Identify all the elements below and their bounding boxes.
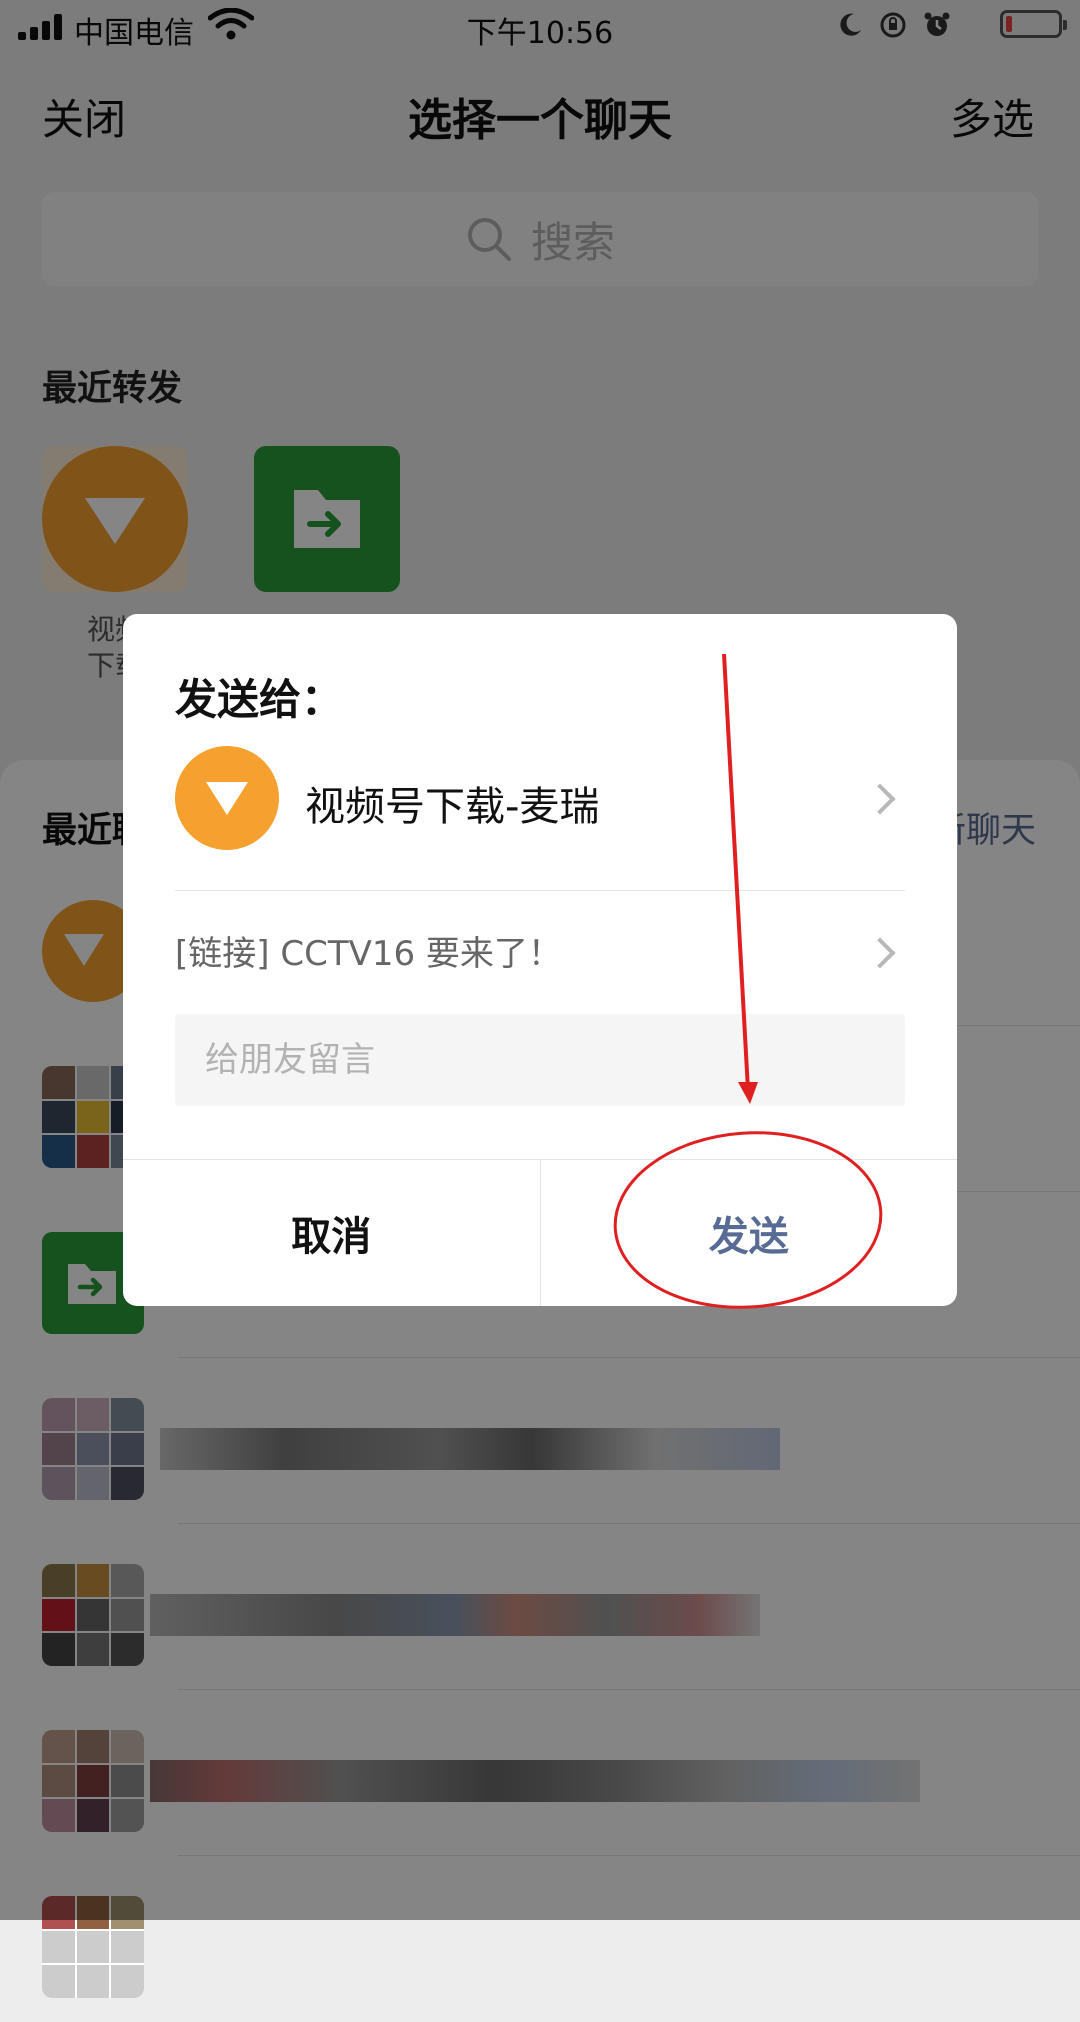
cancel-button[interactable]: 取消 [123, 1160, 540, 1306]
message-preview[interactable]: [链接] CCTV16 要来了！ [175, 926, 562, 975]
send-button[interactable]: 发送 [539, 1160, 958, 1306]
dialog-title: 发送给： [175, 675, 344, 724]
send-confirm-dialog: 发送给： 视频号下载-麦瑞 [链接] CCTV16 要来了！ 取消 发送 [123, 614, 957, 1306]
dialog-actions: 取消 发送 [123, 1159, 957, 1306]
chevron-right-icon [864, 937, 896, 969]
recipient-row[interactable]: 视频号下载-麦瑞 [175, 746, 905, 850]
comment-input[interactable] [175, 1014, 905, 1106]
divider [175, 890, 905, 891]
video-download-icon [175, 746, 279, 850]
chevron-right-icon [864, 783, 896, 815]
chat-picker-screen: 中国电信 下午10:56 关闭 选择一个聊天 多选 搜索 最近转发 视频 下载 … [0, 0, 1080, 1998]
recipient-name: 视频号下载-麦瑞 [305, 784, 600, 830]
